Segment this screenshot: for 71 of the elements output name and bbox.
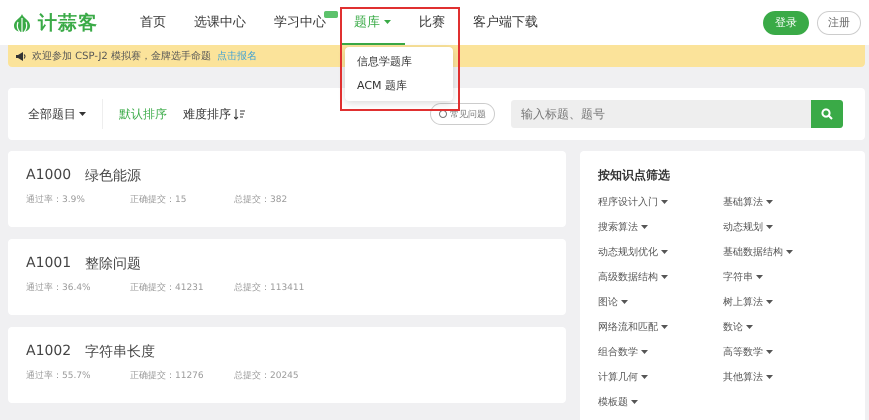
correct-count: 正确提交：41231 [130, 282, 205, 294]
nav-tab[interactable]: 首页 [126, 0, 180, 45]
help-icon [439, 110, 447, 118]
caret-icon [384, 20, 391, 24]
caret-icon [766, 300, 773, 304]
topic-dropdown[interactable]: 网络流和匹配 [598, 317, 723, 336]
problem-card[interactable]: A1000 绿色能源 通过率：3.9% 正确提交：15 总提交：382 [8, 151, 566, 227]
search-field[interactable]: 输入标题、题号 [511, 100, 811, 128]
megaphone-icon [16, 52, 26, 60]
caret-icon [786, 250, 793, 254]
problem-title: A1000 绿色能源 [26, 167, 142, 185]
correct-count: 正确提交：11276 [130, 370, 205, 382]
pass-rate: 通过率：36.4% [26, 282, 92, 294]
caret-icon [766, 374, 773, 378]
problem-title: A1001 整除问题 [26, 255, 142, 273]
search-button[interactable] [811, 100, 843, 128]
filter-title: 按知识点筛选 [598, 167, 671, 184]
pass-rate: 通过率：55.7% [26, 370, 92, 382]
topic-dropdown[interactable]: 搜索算法 [598, 217, 723, 236]
topic-dropdown[interactable]: 基础数据结构 [723, 242, 847, 261]
banner-text: 欢迎参加 CSP-J2 模拟赛，金牌选手命题 [32, 50, 211, 63]
garlic-logo-icon [12, 14, 32, 32]
dropdown-item[interactable]: ACM 题库 [345, 74, 453, 98]
topic-dropdown[interactable]: 程序设计入门 [598, 192, 723, 211]
logo-text: 计蒜客 [38, 10, 98, 36]
caret-icon [766, 350, 773, 354]
nav-tab[interactable]: 客户端下载 [459, 0, 552, 45]
register-button[interactable]: 注册 [817, 10, 861, 34]
caret-icon [641, 374, 648, 378]
topic-dropdown[interactable]: 高级数据结构 [598, 267, 723, 286]
caret-icon [746, 324, 753, 328]
nav-tab[interactable]: 比赛 [405, 0, 459, 45]
topic-dropdown[interactable]: 其他算法 [723, 367, 847, 386]
topic-dropdown[interactable]: 高等数学 [723, 342, 847, 361]
topic-dropdown[interactable]: 计算几何 [598, 367, 723, 386]
total-count: 总提交：20245 [234, 370, 300, 382]
total-count: 总提交：382 [234, 194, 288, 206]
correct-count: 正确提交：15 [130, 194, 188, 206]
nav-tab[interactable]: 选课中心 [180, 0, 260, 45]
topic-dropdown[interactable]: 图论 [598, 292, 723, 311]
topic-dropdown[interactable]: 数论 [723, 317, 847, 336]
problem-card[interactable]: A1002 字符串长度 通过率：55.7% 正确提交：11276 总提交：20245 [8, 327, 566, 403]
sort-icon [234, 108, 245, 120]
caret-icon [641, 224, 648, 228]
topic-dropdown[interactable]: 组合数学 [598, 342, 723, 361]
problem-card[interactable]: A1001 整除问题 通过率：36.4% 正确提交：41231 总提交：113411 [8, 239, 566, 315]
topic-dropdown[interactable]: 基础算法 [723, 192, 847, 211]
caret-icon [79, 112, 86, 116]
caret-icon [641, 350, 648, 354]
search-icon [821, 108, 833, 120]
caret-icon [631, 400, 638, 404]
topic-dropdown[interactable]: 树上算法 [723, 292, 847, 311]
sort-tab[interactable]: 难度排序 [183, 106, 245, 122]
caret-icon [661, 200, 668, 204]
caret-icon [756, 274, 763, 278]
total-count: 总提交：113411 [234, 282, 306, 294]
category-dropdown[interactable]: 全部题目 [28, 99, 103, 129]
nav-tab[interactable]: 学习中心 [260, 0, 340, 45]
caret-icon [661, 274, 668, 278]
dropdown-item[interactable]: 信息学题库 [345, 50, 453, 74]
topic-dropdown[interactable]: 字符串 [723, 267, 847, 286]
topic-dropdown[interactable]: 模板题 [598, 392, 723, 411]
caret-icon [621, 300, 628, 304]
problem-title: A1002 字符串长度 [26, 343, 156, 361]
caret-icon [661, 324, 668, 328]
topic-dropdown[interactable]: 动态规划 [723, 217, 847, 236]
caret-icon [766, 200, 773, 204]
pass-rate: 通过率：3.9% [26, 194, 86, 206]
topic-dropdown[interactable]: 动态规划优化 [598, 242, 723, 261]
caret-icon [766, 224, 773, 228]
caret-icon [661, 250, 668, 254]
